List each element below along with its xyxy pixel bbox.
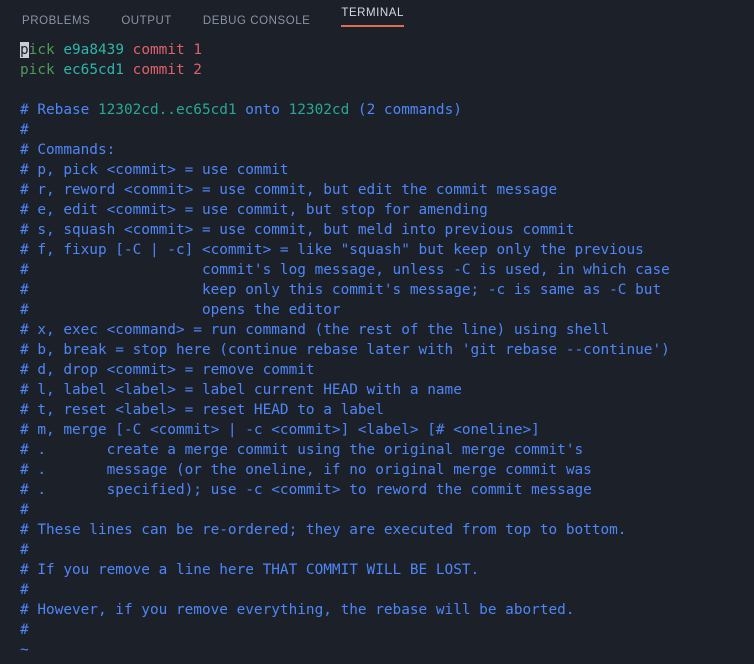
- terminal-text: onto: [236, 102, 289, 118]
- terminal-line: # s, squash <commit> = use commit, but m…: [20, 220, 754, 240]
- terminal-line: # opens the editor: [20, 300, 754, 320]
- terminal-text: 12302cd: [288, 102, 350, 118]
- terminal-text: # x, exec <command> = run command (the r…: [20, 322, 610, 338]
- terminal-line: # x, exec <command> = run command (the r…: [20, 320, 754, 340]
- terminal-text: #: [20, 502, 29, 518]
- terminal-text: # f, fixup [-C | -c] <commit> = like "sq…: [20, 242, 644, 258]
- terminal-line: # . create a merge commit using the orig…: [20, 440, 754, 460]
- terminal-line: # Rebase 12302cd..ec65cd1 onto 12302cd (…: [20, 100, 754, 120]
- terminal-line: #: [20, 500, 754, 520]
- terminal-line: # p, pick <commit> = use commit: [20, 160, 754, 180]
- terminal-text: # b, break = stop here (continue rebase …: [20, 342, 670, 358]
- tab-label: DEBUG CONSOLE: [202, 15, 311, 27]
- terminal-text: # However, if you remove everything, the…: [20, 602, 575, 618]
- terminal-cursor: p: [20, 42, 29, 58]
- terminal-line: # If you remove a line here THAT COMMIT …: [20, 560, 754, 580]
- terminal-text: # Rebase: [20, 102, 98, 118]
- terminal-text: ec65cd1: [63, 62, 124, 78]
- terminal-text: e9a8439: [63, 42, 124, 58]
- tab-output[interactable]: OUTPUT: [121, 15, 172, 35]
- terminal-line: # r, reword <commit> = use commit, but e…: [20, 180, 754, 200]
- terminal-line: #: [20, 540, 754, 560]
- terminal-line: pick e9a8439 commit 1: [20, 40, 754, 60]
- terminal-line: # commit's log message, unless -C is use…: [20, 260, 754, 280]
- tab-terminal[interactable]: TERMINAL: [341, 7, 404, 35]
- panel-tab-bar: PROBLEMS OUTPUT DEBUG CONSOLE TERMINAL: [0, 0, 754, 35]
- terminal-line: #: [20, 580, 754, 600]
- terminal-text: 12302cd: [97, 102, 159, 118]
- terminal-text: # m, merge [-C <commit> | -c <commit>] <…: [20, 422, 540, 438]
- vscode-panel: PROBLEMS OUTPUT DEBUG CONSOLE TERMINAL pick…: [0, 0, 754, 664]
- tab-problems[interactable]: PROBLEMS: [22, 15, 90, 35]
- terminal-line: # d, drop <commit> = remove commit: [20, 360, 754, 380]
- tab-debug-console[interactable]: DEBUG CONSOLE: [203, 15, 310, 35]
- terminal-text: ec65cd1: [175, 102, 237, 118]
- terminal-text: #: [20, 622, 29, 638]
- terminal-line: # m, merge [-C <commit> | -c <commit>] <…: [20, 420, 754, 440]
- terminal-line: # e, edit <commit> = use commit, but sto…: [20, 200, 754, 220]
- terminal-text: commit 2: [132, 62, 202, 78]
- terminal-text: commit 1: [132, 42, 202, 58]
- terminal-line: # . message (or the oneline, if no origi…: [20, 460, 754, 480]
- terminal-line: # keep only this commit's message; -c is…: [20, 280, 754, 300]
- terminal-text: pick: [20, 62, 55, 78]
- terminal-text: # e, edit <commit> = use commit, but sto…: [20, 202, 488, 218]
- terminal-line: # These lines can be re-ordered; they ar…: [20, 520, 754, 540]
- terminal-text: ick: [28, 42, 55, 58]
- terminal-line: ~: [20, 640, 754, 660]
- terminal-text: # r, reword <commit> = use commit, but e…: [20, 182, 558, 198]
- tab-label: TERMINAL: [341, 7, 404, 20]
- terminal-text: ~: [20, 642, 29, 658]
- terminal-line: # Commands:: [20, 140, 754, 160]
- terminal-line: pick ec65cd1 commit 2: [20, 60, 754, 80]
- terminal-text: # keep only this commit's message; -c is…: [20, 282, 662, 298]
- terminal-text: # . specified); use -c <commit> to rewor…: [20, 482, 592, 498]
- terminal-line: # However, if you remove everything, the…: [20, 600, 754, 620]
- terminal-text: # . create a merge commit using the orig…: [20, 442, 584, 458]
- terminal-line: # b, break = stop here (continue rebase …: [20, 340, 754, 360]
- tab-label: PROBLEMS: [22, 15, 91, 27]
- terminal-text: # . message (or the oneline, if no origi…: [20, 462, 592, 478]
- terminal-text: # commit's log message, unless -C is use…: [20, 262, 670, 278]
- terminal-line: # t, reset <label> = reset HEAD to a lab…: [20, 400, 754, 420]
- terminal-text: # p, pick <commit> = use commit: [20, 162, 289, 178]
- terminal-line: #: [20, 620, 754, 640]
- terminal-text: #: [20, 122, 29, 138]
- terminal-output[interactable]: pick e9a8439 commit 1 pick ec65cd1 commit…: [0, 35, 754, 664]
- terminal-text: ..: [158, 102, 176, 118]
- terminal-text: #: [20, 582, 29, 598]
- terminal-text: # t, reset <label> = reset HEAD to a lab…: [20, 402, 384, 418]
- terminal-line: # f, fixup [-C | -c] <commit> = like "sq…: [20, 240, 754, 260]
- terminal-text: # l, label <label> = label current HEAD …: [20, 382, 462, 398]
- terminal-text: # s, squash <commit> = use commit, but m…: [20, 222, 575, 238]
- tab-active-underline: [341, 25, 404, 27]
- terminal-text: # Commands:: [20, 142, 116, 158]
- terminal-text: # opens the editor: [20, 302, 341, 318]
- terminal-line: # . specified); use -c <commit> to rewor…: [20, 480, 754, 500]
- terminal-text: # These lines can be re-ordered; they ar…: [20, 522, 627, 538]
- terminal-text: # If you remove a line here THAT COMMIT …: [20, 562, 480, 578]
- terminal-text: #: [20, 542, 29, 558]
- terminal-text: # d, drop <commit> = remove commit: [20, 362, 315, 378]
- terminal-line: # l, label <label> = label current HEAD …: [20, 380, 754, 400]
- tab-label: OUTPUT: [121, 15, 172, 27]
- terminal-line: #: [20, 120, 754, 140]
- terminal-text: (2 commands): [349, 102, 462, 118]
